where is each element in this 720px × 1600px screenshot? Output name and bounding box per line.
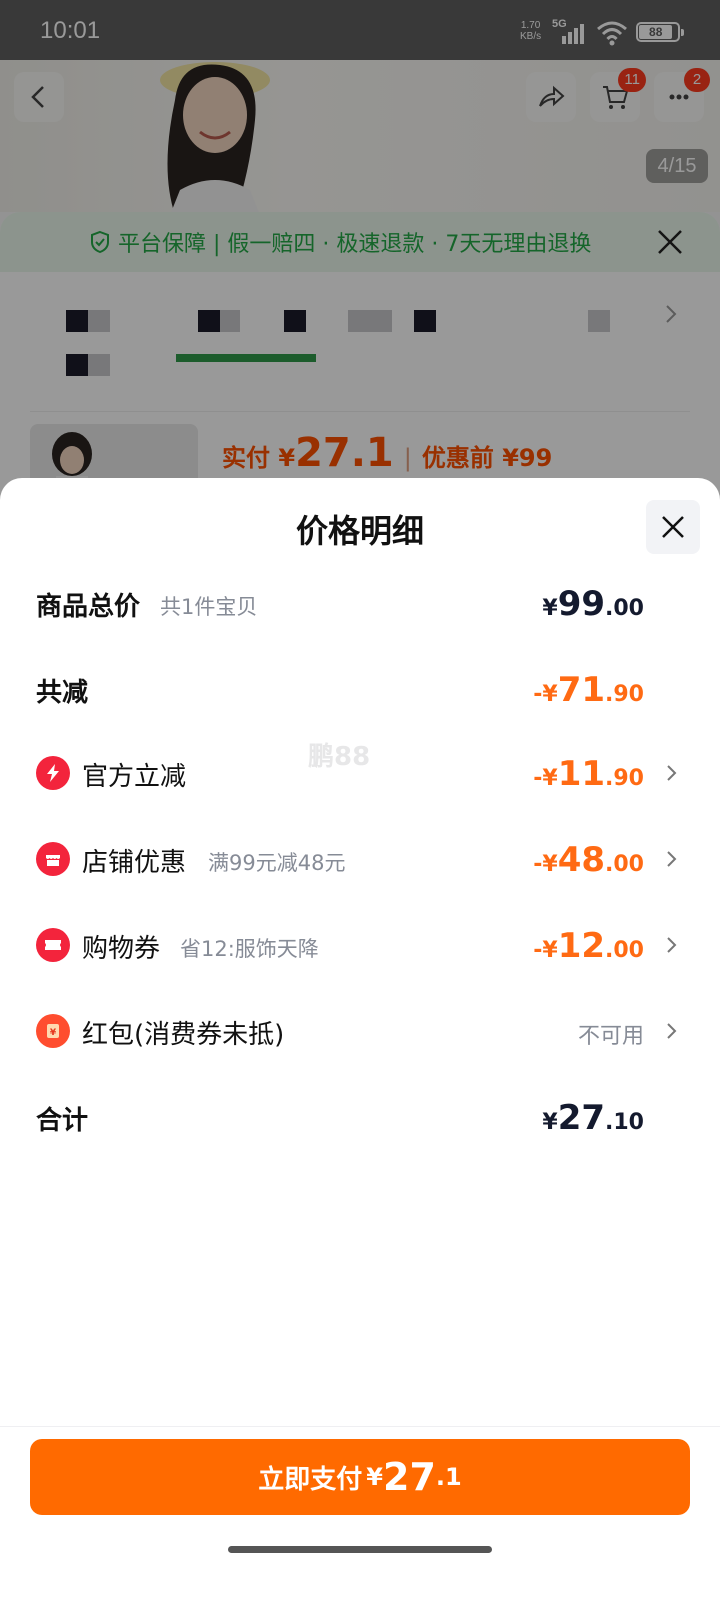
row-hint: 省12:服饰天降 bbox=[180, 937, 319, 961]
red-envelope-icon: ¥ bbox=[36, 1014, 70, 1048]
total-goods-price-row: 商品总价 共1件宝贝 ¥99.00 bbox=[0, 574, 720, 634]
lightning-icon bbox=[36, 756, 70, 790]
chevron-right-icon bbox=[667, 765, 677, 781]
close-button[interactable] bbox=[646, 500, 700, 554]
price-detail-sheet: 价格明细 鹏88 商品总价 共1件宝贝 ¥99.00 共减 -¥71.90 官方… bbox=[0, 478, 720, 1600]
row-amount: ¥99.00 bbox=[542, 584, 644, 624]
sheet-title: 价格明细 bbox=[295, 512, 424, 550]
row-label: 官方立减 bbox=[82, 762, 187, 792]
close-icon bbox=[662, 516, 684, 538]
pay-now-button[interactable]: 立即支付 ¥27.1 bbox=[30, 1439, 690, 1515]
row-amount: -¥48.00 bbox=[533, 840, 644, 880]
row-label: 商品总价 bbox=[36, 592, 141, 622]
ticket-icon bbox=[36, 928, 70, 962]
row-hint: 共1件宝贝 bbox=[160, 595, 258, 619]
chevron-right-icon bbox=[667, 851, 677, 867]
row-label: 合计 bbox=[36, 1106, 89, 1136]
chevron-right-icon bbox=[667, 937, 677, 953]
row-label: 购物券 bbox=[82, 934, 161, 964]
row-amount: -¥11.90 bbox=[533, 754, 644, 794]
row-label: 红包(消费券未抵) bbox=[82, 1020, 285, 1050]
footer: 立即支付 ¥27.1 bbox=[0, 1426, 720, 1600]
official-discount-row[interactable]: 官方立减 -¥11.90 bbox=[0, 744, 720, 804]
home-indicator[interactable] bbox=[228, 1546, 492, 1553]
row-amount: -¥71.90 bbox=[533, 670, 644, 710]
shopping-coupon-row[interactable]: 购物券 省12:服饰天降 -¥12.00 bbox=[0, 916, 720, 976]
row-hint: 满99元减48元 bbox=[208, 851, 346, 875]
row-label: 店铺优惠 bbox=[82, 848, 187, 878]
grand-total-row: 合计 ¥27.10 bbox=[0, 1088, 720, 1148]
shop-discount-row[interactable]: 店铺优惠 满99元减48元 -¥48.00 bbox=[0, 830, 720, 890]
svg-text:¥: ¥ bbox=[50, 1028, 57, 1038]
red-envelope-row[interactable]: ¥ 红包(消费券未抵) 不可用 bbox=[0, 1002, 720, 1062]
chevron-right-icon bbox=[667, 1023, 677, 1039]
row-label: 共减 bbox=[36, 678, 89, 708]
row-status: 不可用 bbox=[577, 1024, 644, 1049]
row-amount: -¥12.00 bbox=[533, 926, 644, 966]
total-discount-row: 共减 -¥71.90 bbox=[0, 660, 720, 720]
shop-icon bbox=[36, 842, 70, 876]
row-amount: ¥27.10 bbox=[542, 1098, 644, 1138]
